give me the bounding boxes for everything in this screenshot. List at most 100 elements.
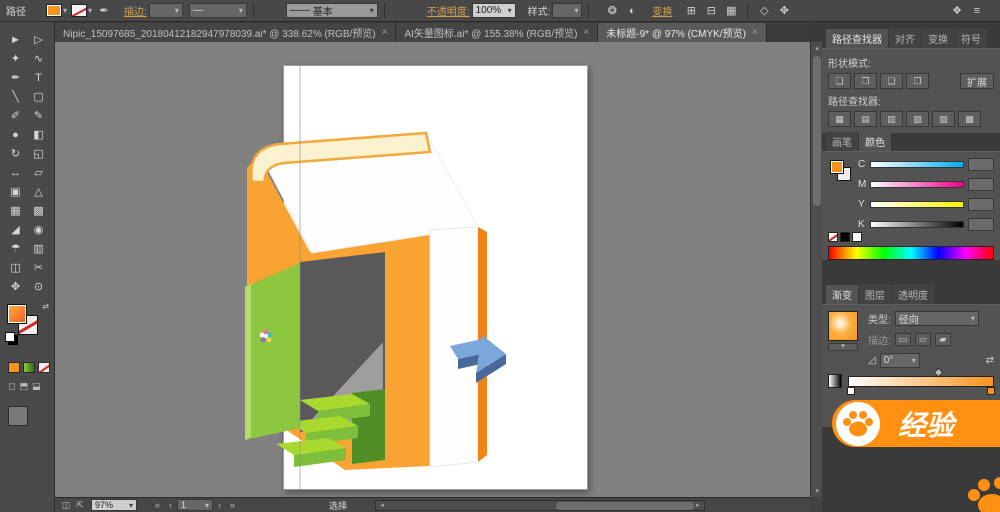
paintbrush-tool[interactable]: ✐ <box>4 106 27 125</box>
gradient-mode-button[interactable] <box>23 362 35 373</box>
vertical-scroll-thumb[interactable] <box>813 56 821 206</box>
brush-definition-dropdown[interactable]: —— 基本 ▾ <box>285 3 378 18</box>
gradient-stop-start[interactable] <box>847 386 855 395</box>
canvas[interactable] <box>55 42 810 497</box>
isolate-icon[interactable]: ✥ <box>775 3 793 19</box>
stroke-within-icon[interactable]: ▭ <box>894 333 911 346</box>
document-tab-1[interactable]: Nipic_15097685_20180412182947978039.ai* … <box>55 23 397 42</box>
gradient-tool[interactable]: ▩ <box>27 201 50 220</box>
slice-tool[interactable]: ✂ <box>27 258 50 277</box>
lasso-tool[interactable]: ∿ <box>27 49 50 68</box>
gradient-menu-button[interactable]: ▾ <box>828 343 858 351</box>
color-spectrum-bar[interactable] <box>828 246 994 260</box>
stroke-across-icon[interactable]: ▰ <box>934 333 951 346</box>
tab-transparency[interactable]: 透明度 <box>892 285 934 304</box>
magic-wand-tool[interactable]: ✦ <box>4 49 27 68</box>
vertical-scrollbar[interactable]: ▴ ▾ <box>810 42 822 497</box>
rotate-tool[interactable]: ↻ <box>4 144 27 163</box>
eyedropper-tool[interactable]: ◢ <box>4 220 27 239</box>
black-value-field[interactable] <box>968 218 994 231</box>
minus-back-button[interactable]: ▩ <box>958 111 981 127</box>
tab-gradient[interactable]: 渐变 <box>826 285 858 304</box>
hand-tool[interactable]: ✥ <box>4 277 27 296</box>
opacity-link[interactable]: 不透明度: <box>427 3 470 18</box>
magenta-slider[interactable] <box>870 181 964 188</box>
recolor-artwork-icon[interactable]: ❂ <box>603 3 621 19</box>
screen-mode-button[interactable] <box>8 406 28 426</box>
pen-tool[interactable]: ✒ <box>4 68 27 87</box>
stroke-along-icon[interactable]: ▱ <box>914 333 931 346</box>
blend-tool[interactable]: ◉ <box>27 220 50 239</box>
close-icon[interactable]: × <box>382 27 388 38</box>
stroke-color-dropdown[interactable]: ▾ <box>71 4 92 17</box>
tab-layers[interactable]: 图层 <box>859 285 891 304</box>
opacity-dropdown[interactable]: 100% ▾ <box>471 3 516 18</box>
cyan-value-field[interactable] <box>968 158 994 171</box>
black-swatch[interactable] <box>840 232 850 242</box>
width-profile-dropdown[interactable]: — ▾ <box>188 3 247 18</box>
yellow-slider[interactable] <box>870 201 964 208</box>
zoom-tool[interactable]: ⊙ <box>27 277 50 296</box>
gradient-slider[interactable] <box>847 367 995 395</box>
intersect-button[interactable]: ❑ <box>880 73 903 89</box>
exclude-button[interactable]: ❒ <box>906 73 929 89</box>
door[interactable] <box>245 263 300 440</box>
none-mode-button[interactable] <box>38 362 50 373</box>
yellow-value-field[interactable] <box>968 198 994 211</box>
gradient-midpoint-marker[interactable] <box>933 367 944 377</box>
gradient-type-dropdown[interactable]: 径向 ▾ <box>894 311 979 326</box>
scale-tool[interactable]: ◱ <box>27 144 50 163</box>
horizontal-scroll-thumb[interactable] <box>556 501 695 510</box>
direct-selection-tool[interactable]: ▷ <box>27 30 50 49</box>
style-dropdown[interactable]: ▾ <box>552 3 583 18</box>
unite-button[interactable]: ❏ <box>828 73 851 89</box>
align-vertical-icon[interactable]: ⊟ <box>702 3 720 19</box>
stroke-link[interactable]: 描边: <box>124 3 147 18</box>
minus-front-button[interactable]: ❐ <box>854 73 877 89</box>
document-tab-2[interactable]: AI矢量图标.ai* @ 155.38% (RGB/预览) × <box>396 23 599 42</box>
status-pages-icon[interactable]: ◫ <box>59 500 73 511</box>
blob-brush-tool[interactable]: ● <box>4 125 27 144</box>
eraser-tool[interactable]: ◧ <box>27 125 50 144</box>
rectangle-tool[interactable]: ▢ <box>27 87 50 106</box>
workspace-icon[interactable]: ❖ <box>948 3 966 19</box>
transform-link[interactable]: 变换 <box>652 3 672 18</box>
outline-button[interactable]: ▨ <box>932 111 955 127</box>
draw-behind-icon[interactable]: ⬒ <box>19 381 28 392</box>
tab-symbols[interactable]: 符号 <box>955 29 987 48</box>
white-swatch[interactable] <box>852 232 862 242</box>
pencil-tool[interactable]: ✎ <box>27 106 50 125</box>
first-artboard-button[interactable]: « <box>151 500 164 510</box>
distribute-icon[interactable]: ▦ <box>722 3 740 19</box>
color-fill-swatch[interactable] <box>830 160 844 174</box>
document-tab-3[interactable]: 未标题-9* @ 97% (CMYK/预览) × <box>598 23 767 42</box>
symbol-sprayer-tool[interactable]: ☂ <box>4 239 27 258</box>
shape-options-icon[interactable]: ◇ <box>755 3 773 19</box>
tab-align[interactable]: 对齐 <box>889 29 921 48</box>
selection-tool[interactable]: ► <box>4 30 27 49</box>
artboard-tool[interactable]: ◫ <box>4 258 27 277</box>
next-artboard-button[interactable]: › <box>213 500 226 510</box>
draw-inside-icon[interactable]: ⬓ <box>32 381 41 392</box>
type-tool[interactable]: T <box>27 68 50 87</box>
tab-color[interactable]: 颜色 <box>859 132 891 151</box>
mesh-tool[interactable]: ▦ <box>4 201 27 220</box>
tab-transform[interactable]: 变换 <box>922 29 954 48</box>
stroke-weight-dropdown[interactable]: ▾ <box>148 3 183 18</box>
fill-color-swatch[interactable] <box>46 4 62 17</box>
default-fill-stroke-icon[interactable] <box>5 332 15 342</box>
zoom-dropdown[interactable]: 97% ▾ <box>91 499 137 511</box>
shape-builder-tool[interactable]: ▣ <box>4 182 27 201</box>
stroke-style-icon[interactable]: ✒ <box>95 3 113 19</box>
close-icon[interactable]: × <box>583 27 589 38</box>
gradient-annotator-icon[interactable] <box>828 374 842 388</box>
gradient-swatch[interactable] <box>828 311 858 341</box>
magenta-value-field[interactable] <box>968 178 994 191</box>
reverse-gradient-icon[interactable]: ⇄ <box>986 355 994 366</box>
black-slider[interactable] <box>870 221 964 228</box>
width-tool[interactable]: ↔ <box>4 163 27 182</box>
gradient-stop-end[interactable] <box>987 386 995 395</box>
menu-icon[interactable]: ≡ <box>968 3 986 19</box>
perspective-grid-tool[interactable]: △ <box>27 182 50 201</box>
tab-pathfinder[interactable]: 路径查找器 <box>826 29 888 48</box>
